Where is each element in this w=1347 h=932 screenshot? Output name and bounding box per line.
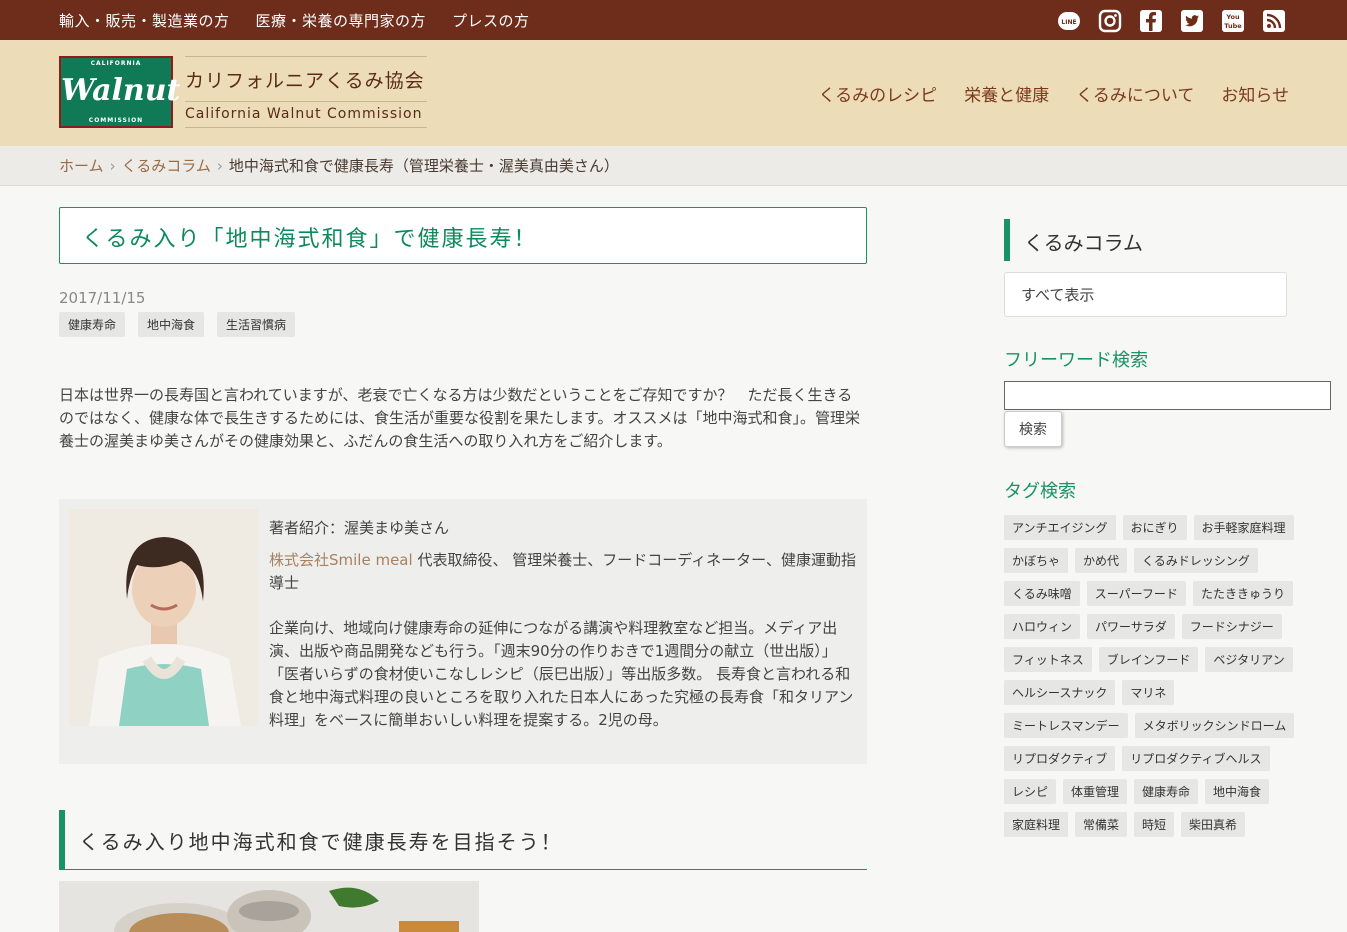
tag-cloud-item[interactable]: パワーサラダ — [1087, 614, 1175, 639]
tag-cloud-item[interactable]: お手軽家庭料理 — [1193, 515, 1294, 540]
audience-link-press[interactable]: プレスの方 — [452, 10, 530, 31]
search-input[interactable] — [1004, 381, 1331, 410]
main-nav: くるみのレシピ 栄養と健康 くるみについて お知らせ — [819, 81, 1290, 106]
tag-cloud-item[interactable]: かぼちゃ — [1004, 548, 1069, 573]
tag-cloud-item[interactable]: ヘルシースナック — [1004, 680, 1116, 705]
tag-cloud-item[interactable]: 体重管理 — [1063, 779, 1128, 804]
tag-cloud-item[interactable]: おにぎり — [1122, 515, 1187, 540]
tag-cloud-item[interactable]: かめ代 — [1075, 548, 1128, 573]
tag-cloud-item[interactable]: ハロウィン — [1004, 614, 1081, 639]
tag-cloud-item[interactable]: くるみドレッシング — [1134, 548, 1258, 573]
svg-text:You: You — [1225, 13, 1240, 21]
tag-cloud-item[interactable]: マリネ — [1122, 680, 1175, 705]
nav-item-news[interactable]: お知らせ — [1221, 81, 1289, 106]
author-text: 著者紹介：渥美まゆ美さん 株式会社Smile meal 代表取締役、 管理栄養士… — [269, 517, 859, 754]
freeword-search-heading: フリーワード検索 — [1004, 350, 1148, 371]
show-all-button[interactable]: すべて表示 — [1004, 272, 1287, 317]
breadcrumb-chevron-icon: › — [109, 157, 116, 175]
line-icon[interactable]: LINE — [1056, 8, 1082, 34]
tag-cloud-item[interactable]: フードシナジー — [1181, 614, 1282, 639]
tag-cloud-item[interactable]: 柴田真希 — [1181, 812, 1246, 837]
sidebar-column-heading: くるみコラム — [1004, 219, 1284, 261]
org-name[interactable]: カリフォルニアくるみ協会 California Walnut Commissio… — [185, 56, 427, 128]
instagram-icon[interactable] — [1097, 8, 1123, 34]
walnut-logo[interactable]: CALIFORNIA Walnut COMMISSION — [59, 56, 181, 128]
author-bio: 企業向け、地域向け健康寿命の延伸につながる講演や料理教室など担当。メディア出演、… — [269, 619, 854, 729]
breadcrumb-column[interactable]: くるみコラム — [122, 157, 211, 175]
tag-cloud-item[interactable]: 家庭料理 — [1004, 812, 1069, 837]
tag-cloud-item[interactable]: 時短 — [1134, 812, 1175, 837]
section-heading: くるみ入り地中海式和食で健康長寿を目指そう！ — [79, 830, 563, 854]
nav-item-nutrition[interactable]: 栄養と健康 — [964, 81, 1049, 106]
tag-cloud-item[interactable]: 地中海食 — [1205, 779, 1270, 804]
tag-cloud-item[interactable]: リプロダクティブ — [1004, 746, 1116, 771]
tag-cloud-item[interactable]: くるみ味噌 — [1004, 581, 1080, 606]
logo-main-text: Walnut — [61, 73, 181, 108]
rss-icon[interactable] — [1261, 8, 1287, 34]
tag-cloud-item[interactable]: レシピ — [1004, 779, 1057, 804]
breadcrumb-current: 地中海式和食で健康長寿（管理栄養士・渥美真由美さん） — [228, 157, 619, 175]
article-tag[interactable]: 健康寿命 — [59, 312, 126, 337]
tag-cloud-item[interactable]: ミートレスマンデー — [1004, 713, 1128, 738]
nav-item-recipes[interactable]: くるみのレシピ — [819, 81, 938, 106]
author-photo — [69, 509, 258, 726]
nav-item-about-walnuts[interactable]: くるみについて — [1076, 81, 1194, 106]
article-tags: 健康寿命 地中海食 生活習慣病 — [59, 312, 296, 337]
audience-links: 輸入・販売・製造業の方 医療・栄養の専門家の方 プレスの方 — [59, 10, 556, 31]
tag-cloud-item[interactable]: スーパーフード — [1086, 581, 1186, 606]
tag-cloud-item[interactable]: ベジタリアン — [1205, 647, 1293, 672]
author-box: 著者紹介：渥美まゆ美さん 株式会社Smile meal 代表取締役、 管理栄養士… — [59, 499, 867, 764]
site-header: CALIFORNIA Walnut COMMISSION カリフォルニアくるみ協… — [0, 40, 1347, 146]
tag-cloud-item[interactable]: リプロダクティブヘルス — [1122, 746, 1270, 771]
tag-cloud-item[interactable]: アンチエイジング — [1004, 515, 1116, 540]
org-name-jp: カリフォルニアくるみ協会 — [185, 70, 425, 92]
tag-cloud-item[interactable]: 健康寿命 — [1134, 779, 1199, 804]
food-photo — [59, 881, 479, 932]
author-company-link[interactable]: 株式会社Smile meal — [269, 551, 413, 569]
svg-text:LINE: LINE — [1061, 19, 1076, 26]
breadcrumb: ホーム › くるみコラム › 地中海式和食で健康長寿（管理栄養士・渥美真由美さん） — [0, 146, 1347, 186]
tag-cloud-item[interactable]: フィットネス — [1004, 647, 1092, 672]
tag-cloud-item[interactable]: 常備菜 — [1075, 812, 1128, 837]
tag-search-heading: タグ検索 — [1004, 481, 1076, 502]
tag-cloud-item[interactable]: メタボリックシンドローム — [1134, 713, 1295, 738]
tag-cloud-item[interactable]: ブレインフード — [1098, 647, 1199, 672]
article-title-box: くるみ入り「地中海式和食」で健康長寿！ — [59, 207, 867, 264]
article-date: 2017/11/15 — [59, 289, 146, 307]
article-tag[interactable]: 生活習慣病 — [217, 312, 296, 337]
logo-top-text: CALIFORNIA — [90, 60, 142, 67]
section-heading-box: くるみ入り地中海式和食で健康長寿を目指そう！ — [59, 810, 867, 870]
article-title: くるみ入り「地中海式和食」で健康長寿！ — [82, 227, 538, 252]
breadcrumb-home[interactable]: ホーム — [59, 157, 104, 175]
breadcrumb-chevron-icon: › — [216, 157, 223, 175]
tag-cloud: アンチエイジング おにぎり お手軽家庭料理 かぼちゃ かめ代 くるみドレッシング… — [1004, 515, 1304, 837]
social-links: LINE You Tube — [1056, 8, 1287, 34]
audience-link-industry[interactable]: 輸入・販売・製造業の方 — [59, 10, 230, 31]
logo-bottom-text: COMMISSION — [88, 117, 144, 124]
article-intro: 日本は世界一の長寿国と言われていますが、老衰で亡くなる方は少数だということをご存… — [59, 386, 861, 450]
twitter-icon[interactable] — [1179, 8, 1205, 34]
svg-text:Tube: Tube — [1224, 22, 1242, 30]
top-bar: 輸入・販売・製造業の方 医療・栄養の専門家の方 プレスの方 LINE You Tu… — [0, 0, 1347, 40]
article-tag[interactable]: 地中海食 — [138, 312, 205, 337]
search-button[interactable]: 検索 — [1004, 411, 1062, 447]
tag-cloud-item[interactable]: たたききゅうり — [1192, 581, 1293, 606]
youtube-icon[interactable]: You Tube — [1220, 8, 1246, 34]
author-heading: 著者紹介：渥美まゆ美さん — [269, 519, 450, 537]
facebook-icon[interactable] — [1138, 8, 1164, 34]
author-roles-paragraph: 株式会社Smile meal 代表取締役、 管理栄養士、フードコーディネーター、… — [269, 549, 859, 595]
audience-link-health-professionals[interactable]: 医療・栄養の専門家の方 — [256, 10, 427, 31]
org-name-en: California Walnut Commission — [185, 101, 427, 122]
